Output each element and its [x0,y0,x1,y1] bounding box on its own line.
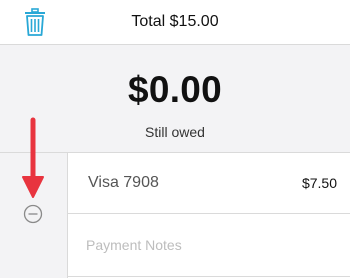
payment-list: Visa 7908 $7.50 [67,153,350,278]
payment-amount: $7.50 [301,175,337,191]
total-title: Total $15.00 [131,13,219,30]
minus-circle-icon[interactable] [23,204,43,224]
still-owed-label: Still owed [145,124,205,140]
payment-row[interactable]: Visa 7908 $7.50 [68,153,350,214]
payment-notes-input[interactable] [86,234,336,256]
header-bar: Total $15.00 [0,0,350,45]
amount-owed: $0.00 [127,69,223,110]
payment-notes-row [68,214,350,277]
card-label: Visa 7908 [88,174,159,191]
balance-summary: $0.00 Still owed [0,45,350,153]
red-arrow-annotation [22,117,44,198]
payments-section: Visa 7908 $7.50 [0,153,350,278]
